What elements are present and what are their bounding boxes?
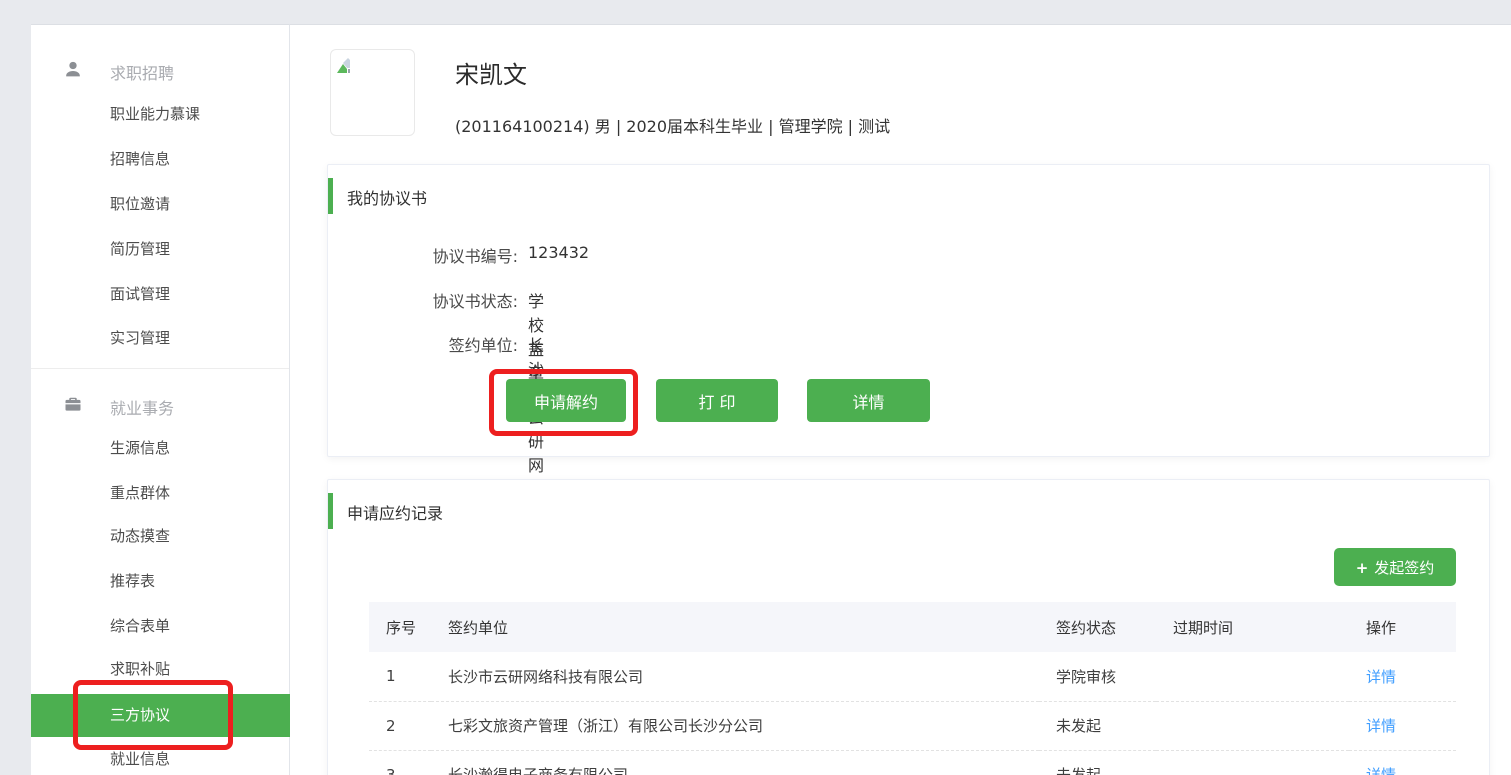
cell-no: 1 <box>369 652 431 701</box>
cell-company: 长沙瀚得电子商务有限公司 <box>431 750 1039 775</box>
page: 求职招聘 职业能力慕课 招聘信息 职位邀请 简历管理 面试管理 实习管理 就业事… <box>0 0 1511 775</box>
main-content: 宋凯文 (201164100214) 男 | 2020届本科生毕业 | 管理学院… <box>290 24 1511 775</box>
sidebar-item-subsidy[interactable]: 求职补贴 <box>31 658 289 682</box>
sidebar-item-resume[interactable]: 简历管理 <box>31 238 289 262</box>
detail-button[interactable]: 详情 <box>807 379 930 422</box>
table-header-row: 序号 签约单位 签约状态 过期时间 操作 <box>369 602 1456 652</box>
sidebar-item-source-info[interactable]: 生源信息 <box>31 437 289 461</box>
table-row: 3 长沙瀚得电子商务有限公司 未发起 详情 <box>369 750 1456 775</box>
sidebar: 求职招聘 职业能力慕课 招聘信息 职位邀请 简历管理 面试管理 实习管理 就业事… <box>31 24 290 775</box>
sidebar-item-internship[interactable]: 实习管理 <box>31 327 289 351</box>
user-icon <box>63 59 83 79</box>
table-row: 2 七彩文旅资产管理（浙江）有限公司长沙分公司 未发起 详情 <box>369 701 1456 750</box>
cell-status: 未发起 <box>1039 701 1156 750</box>
apply-cancel-button[interactable]: 申请解约 <box>506 379 626 422</box>
accent-bar <box>328 493 333 529</box>
sidebar-group-jobs: 求职招聘 <box>31 58 289 84</box>
agreement-card-title: 我的协议书 <box>347 185 427 209</box>
table-row: 1 长沙市云研网络科技有限公司 学院审核 详情 <box>369 652 1456 701</box>
sidebar-item-interview[interactable]: 面试管理 <box>31 283 289 307</box>
field-label: 协议书编号: <box>368 243 518 267</box>
sidebar-item-forms[interactable]: 综合表单 <box>31 615 289 639</box>
sidebar-item-tripartite-agreement[interactable]: 三方协议 <box>31 694 290 737</box>
briefcase-icon <box>63 394 83 414</box>
plus-icon: + <box>1356 559 1369 577</box>
field-label: 协议书状态: <box>368 288 518 312</box>
cell-expire <box>1156 652 1349 701</box>
col-header-status: 签约状态 <box>1039 602 1156 652</box>
sidebar-group-employment: 就业事务 <box>31 393 289 419</box>
student-meta: (201164100214) 男 | 2020届本科生毕业 | 管理学院 | 测… <box>455 113 890 137</box>
row-detail-link[interactable]: 详情 <box>1366 717 1396 735</box>
cell-status: 未发起 <box>1039 750 1156 775</box>
field-value: 123432 <box>528 243 589 262</box>
cell-expire <box>1156 701 1349 750</box>
sidebar-group-label: 就业事务 <box>110 395 174 419</box>
sidebar-divider <box>31 368 289 369</box>
sidebar-item-key-groups[interactable]: 重点群体 <box>31 482 289 506</box>
col-header-expire: 过期时间 <box>1156 602 1349 652</box>
sidebar-item-invite[interactable]: 职位邀请 <box>31 193 289 217</box>
field-label: 签约单位: <box>368 332 518 356</box>
student-name: 宋凯文 <box>455 55 527 90</box>
accent-bar <box>328 178 333 214</box>
records-card-title: 申请应约记录 <box>347 500 443 524</box>
agreement-card: 我的协议书 协议书编号: 123432 协议书状态: 学校盖章 签约单位: 长沙… <box>327 164 1490 457</box>
col-header-no: 序号 <box>369 602 431 652</box>
row-detail-link[interactable]: 详情 <box>1366 766 1396 775</box>
cell-company: 长沙市云研网络科技有限公司 <box>431 652 1039 701</box>
cell-expire <box>1156 750 1349 775</box>
print-button[interactable]: 打 印 <box>656 379 778 422</box>
start-signing-label: 发起签约 <box>1374 559 1434 577</box>
sidebar-item-dynamic-check[interactable]: 动态摸查 <box>31 525 289 549</box>
sidebar-item-mooc[interactable]: 职业能力慕课 <box>31 103 289 127</box>
col-header-action: 操作 <box>1349 602 1456 652</box>
sidebar-group-label: 求职招聘 <box>110 60 174 84</box>
cell-company: 七彩文旅资产管理（浙江）有限公司长沙分公司 <box>431 701 1039 750</box>
sidebar-item-recruit[interactable]: 招聘信息 <box>31 148 289 172</box>
cell-no: 2 <box>369 701 431 750</box>
sidebar-item-employment-info[interactable]: 就业信息 <box>31 748 289 772</box>
records-card: 申请应约记录 + 发起签约 序号 签约单位 签约状态 过期时间 操作 <box>327 479 1490 775</box>
avatar <box>330 49 415 136</box>
records-table: 序号 签约单位 签约状态 过期时间 操作 1 长沙市云研网络科技有限公司 学院审… <box>369 602 1456 775</box>
broken-image-icon <box>334 57 356 79</box>
col-header-company: 签约单位 <box>431 602 1039 652</box>
cell-no: 3 <box>369 750 431 775</box>
cell-status: 学院审核 <box>1039 652 1156 701</box>
start-signing-button[interactable]: + 发起签约 <box>1334 548 1456 586</box>
row-detail-link[interactable]: 详情 <box>1366 668 1396 686</box>
sidebar-item-recommend[interactable]: 推荐表 <box>31 570 289 594</box>
